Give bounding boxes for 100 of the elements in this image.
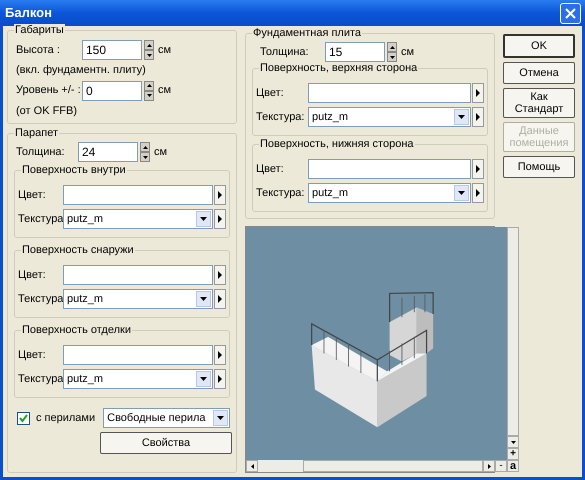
more-button[interactable]	[472, 107, 484, 127]
check-icon	[19, 414, 28, 423]
scroll-right-button[interactable]	[483, 460, 495, 472]
scrollbar-thumb[interactable]	[507, 227, 519, 436]
right-arrow-icon	[476, 189, 480, 197]
right-arrow-icon	[476, 165, 480, 173]
number-field[interactable]: 24	[78, 142, 138, 162]
up-arrow-icon	[142, 146, 148, 149]
color-field[interactable]	[63, 185, 213, 206]
spin-down-button[interactable]	[144, 90, 154, 101]
dialog-button[interactable]: OK	[503, 34, 575, 58]
up-arrow-icon	[390, 46, 394, 48]
more-button[interactable]	[214, 369, 226, 390]
scroll-down-button[interactable]	[507, 436, 519, 448]
texture-dropdown[interactable]: putz_m	[63, 289, 213, 310]
scroll-left-button[interactable]	[246, 460, 258, 472]
unit-label: см	[401, 46, 414, 58]
dropdown-button[interactable]	[196, 371, 211, 388]
down-arrow-icon	[142, 156, 148, 159]
field-label: Текстура	[18, 212, 63, 226]
more-button[interactable]	[472, 159, 484, 179]
field-label: Текстура	[18, 292, 63, 306]
spin-down-button[interactable]	[144, 50, 154, 60]
zoom-in-button[interactable]: +	[507, 448, 519, 460]
group-label: Поверхность, нижняя сторона	[259, 138, 415, 151]
dialog-button[interactable]: Как Стандарт	[503, 88, 575, 118]
note-text: (вкл. фундаментн. плиту)	[16, 64, 147, 77]
field-label: Толщина:	[260, 46, 310, 58]
down-arrow-icon	[510, 440, 516, 444]
right-arrow-icon	[218, 295, 222, 304]
window-title: Балкон	[5, 6, 52, 20]
right-arrow-icon	[488, 464, 490, 468]
field-label: Цвет:	[18, 268, 47, 282]
texture-dropdown[interactable]: putz_m	[63, 369, 213, 390]
dropdown-button[interactable]	[213, 410, 228, 426]
unit-label: см	[158, 44, 172, 56]
more-button[interactable]	[214, 345, 226, 366]
group-label: Поверхность внутри	[21, 164, 127, 177]
more-button[interactable]	[472, 183, 484, 203]
more-button[interactable]	[472, 83, 484, 103]
field-label: Толщина:	[16, 146, 66, 159]
properties-button[interactable]: Свойства	[100, 432, 232, 454]
dialog-button[interactable]: Отмена	[503, 62, 575, 84]
number-field[interactable]: 0	[82, 80, 142, 101]
down-arrow-icon	[146, 54, 152, 56]
right-arrow-icon	[218, 375, 222, 384]
dropdown-button[interactable]	[454, 109, 469, 125]
color-field[interactable]	[308, 83, 471, 103]
auto-zoom-button[interactable]: a	[507, 460, 519, 472]
right-arrow-icon	[218, 351, 222, 360]
caret-icon	[200, 217, 207, 222]
dropdown-button[interactable]	[196, 291, 211, 308]
spin-up-button[interactable]	[140, 142, 150, 152]
more-button[interactable]	[214, 185, 226, 206]
group-label: Габариты	[14, 24, 65, 37]
more-button[interactable]	[214, 265, 226, 286]
color-field[interactable]	[63, 345, 213, 366]
field-label: Цвет:	[18, 348, 47, 362]
note-text: (от OK FFB)	[16, 104, 78, 118]
field-label: Цвет:	[256, 86, 285, 100]
zoom-out-button[interactable]: -	[495, 460, 507, 472]
dropdown-button[interactable]	[196, 211, 211, 228]
spin-down-button[interactable]	[140, 152, 150, 162]
group-label: Поверхность, верхняя сторона	[259, 62, 418, 75]
scrollbar-thumb[interactable]	[303, 460, 483, 472]
texture-dropdown[interactable]: putz_m	[63, 209, 213, 230]
right-arrow-icon	[476, 113, 480, 121]
caret-icon	[458, 115, 465, 119]
close-icon	[565, 8, 576, 18]
color-field[interactable]	[308, 159, 471, 179]
number-field[interactable]: 150	[82, 40, 142, 60]
more-button[interactable]	[214, 209, 226, 230]
texture-dropdown[interactable]: putz_m	[308, 107, 471, 127]
railing-dropdown[interactable]: Свободные перила	[103, 408, 230, 428]
color-field[interactable]	[63, 265, 213, 286]
spin-up-button[interactable]	[144, 80, 154, 91]
unit-label: см	[158, 84, 172, 97]
caret-icon	[217, 416, 224, 420]
checkbox[interactable]	[17, 412, 30, 425]
dropdown-button[interactable]	[454, 185, 469, 201]
more-button[interactable]	[214, 289, 226, 310]
field-label: Цвет:	[256, 162, 285, 176]
spin-up-button[interactable]	[144, 40, 154, 50]
spin-up-button[interactable]	[387, 42, 397, 52]
number-field[interactable]: 15	[325, 42, 385, 62]
group-label: Парапет	[14, 127, 60, 140]
close-button[interactable]	[560, 2, 581, 24]
left-arrow-icon	[250, 464, 254, 468]
right-arrow-icon	[476, 89, 480, 97]
group-label: Поверхность снаружи	[21, 244, 135, 257]
texture-dropdown[interactable]: putz_m	[308, 183, 471, 203]
dialog-button[interactable]: Помощь	[503, 156, 575, 178]
field-label: Текстура:	[256, 186, 306, 200]
group-label: Поверхность отделки	[21, 324, 132, 337]
spin-down-button[interactable]	[387, 52, 397, 62]
down-arrow-icon	[390, 56, 394, 58]
up-arrow-icon	[146, 44, 152, 46]
field-label: Текстура	[18, 372, 63, 386]
field-label: Высота :	[16, 44, 61, 56]
field-label: Уровень +/- :	[16, 84, 82, 97]
